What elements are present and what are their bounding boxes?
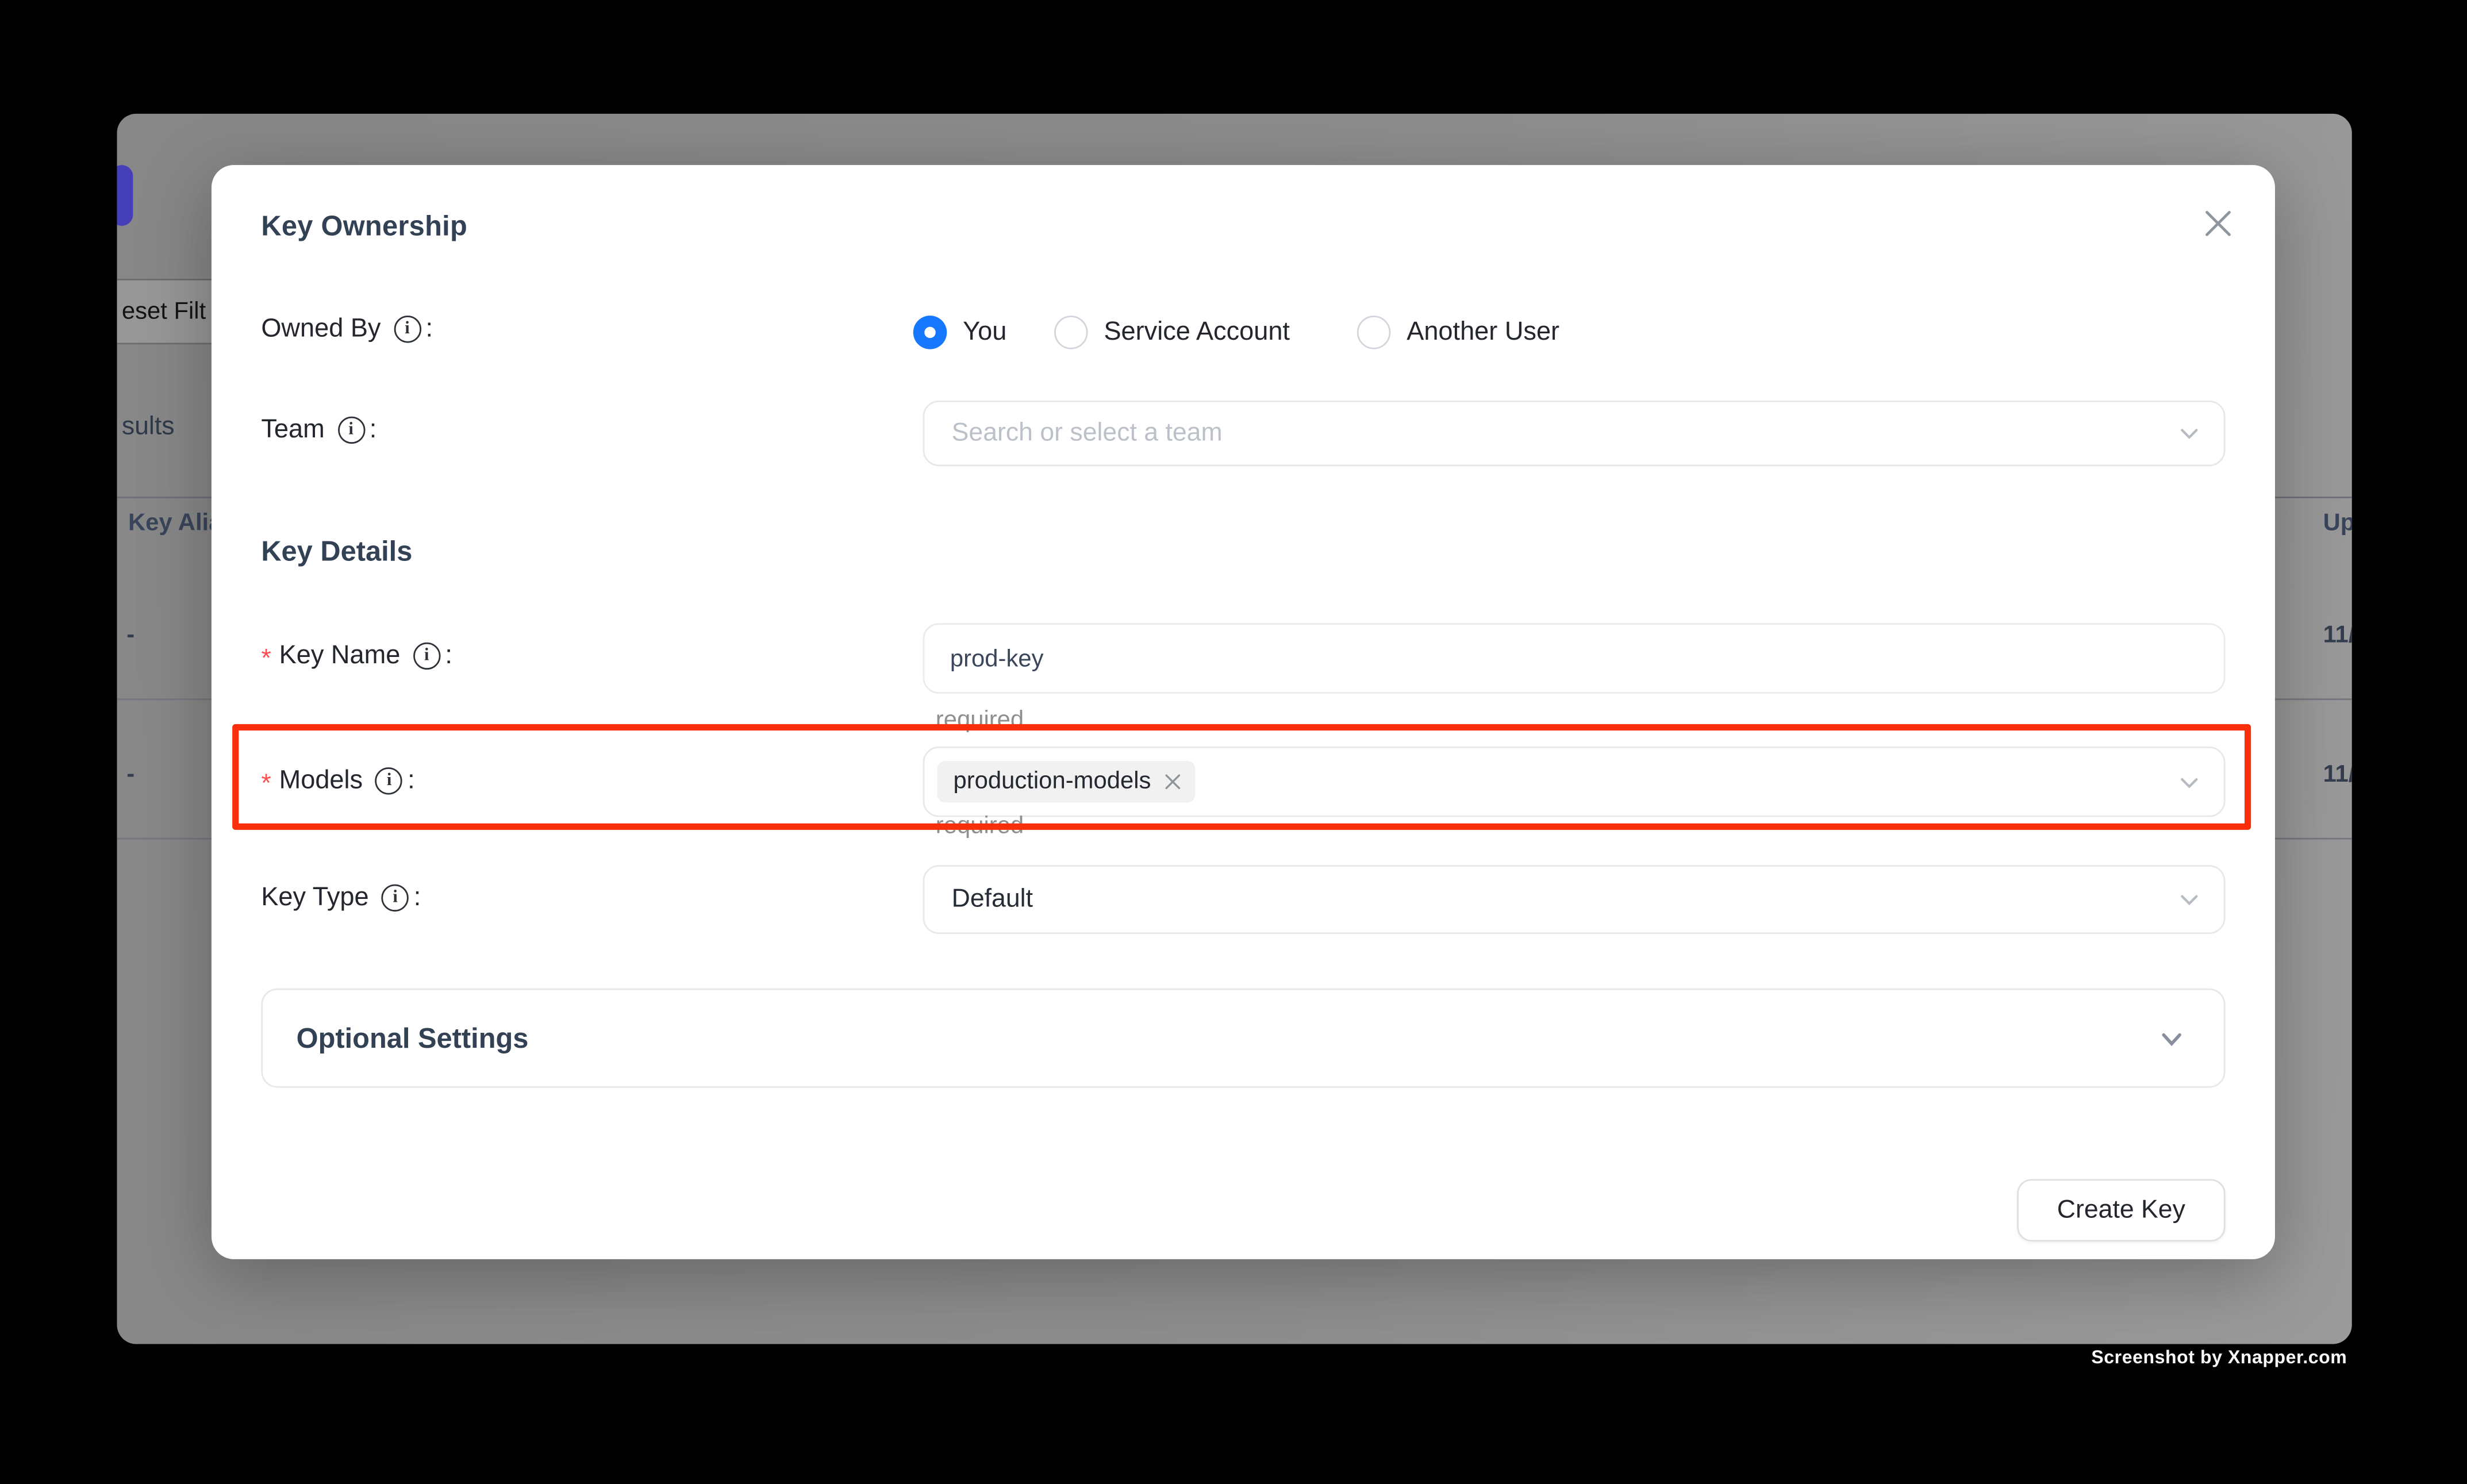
info-icon[interactable] — [413, 643, 440, 670]
required-mark: * — [261, 645, 271, 674]
info-icon[interactable] — [337, 417, 364, 444]
reset-filters-label: eset Filt — [122, 298, 206, 325]
key-name-label: * Key Name: — [261, 641, 452, 671]
selected-model-tag: production-models — [937, 761, 1196, 802]
model-tag-label: production-models — [953, 767, 1151, 794]
optional-settings-heading: Optional Settings — [297, 1021, 529, 1055]
radio-unselected-icon — [1357, 315, 1391, 349]
radio-label: You — [963, 316, 1006, 347]
chevron-down-icon — [2177, 421, 2201, 445]
models-select[interactable]: production-models — [923, 747, 2225, 817]
remove-tag-icon[interactable] — [1165, 773, 1181, 789]
models-label: * Models: — [261, 766, 414, 796]
required-mark: * — [261, 770, 271, 798]
key-type-value: Default — [952, 885, 1033, 914]
create-key-button[interactable]: Create Key — [2017, 1179, 2225, 1241]
key-type-label: Key Type: — [261, 883, 421, 913]
key-name-input[interactable] — [923, 623, 2225, 694]
watermark: Screenshot by Xnapper.com — [2091, 1349, 2347, 1368]
table-header-key-alias: Key Alia — [128, 509, 222, 536]
radio-selected-icon — [913, 315, 947, 349]
results-count-fragment: sults — [122, 413, 175, 442]
info-icon[interactable] — [375, 767, 402, 794]
close-icon — [2202, 207, 2232, 238]
chevron-down-icon — [2158, 1024, 2185, 1051]
modal-title: Key Ownership — [261, 210, 467, 244]
chevron-down-icon — [2177, 770, 2201, 794]
key-type-select[interactable]: Default — [923, 865, 2225, 934]
optional-settings-toggle[interactable]: Optional Settings — [261, 989, 2225, 1088]
info-icon[interactable] — [394, 316, 421, 343]
team-placeholder: Search or select a team — [952, 419, 1223, 448]
team-label: Team: — [261, 415, 376, 445]
radio-owned-by-you[interactable]: You — [913, 314, 1007, 349]
clipped-primary-button-fragment[interactable] — [117, 165, 133, 226]
radio-label: Another User — [1407, 316, 1559, 347]
models-validation: required — [936, 812, 1024, 839]
radio-owned-by-another-user[interactable]: Another User — [1357, 314, 1559, 349]
key-name-validation: required — [936, 706, 1024, 733]
radio-unselected-icon — [1054, 315, 1088, 349]
owned-by-label: Owned By: — [261, 314, 433, 344]
table-row-alias: - — [126, 761, 135, 788]
table-row-updated: 11/ — [2323, 621, 2352, 648]
table-row-updated: 11/ — [2323, 761, 2352, 788]
screenshot-stage: eset Filt sults Key Alia Up - 11/ - 11/ … — [0, 0, 2467, 1484]
team-select[interactable]: Search or select a team — [923, 401, 2225, 466]
table-header-updated: Up — [2323, 509, 2352, 536]
table-row-alias: - — [126, 621, 135, 648]
create-key-label: Create Key — [2057, 1196, 2185, 1225]
info-icon[interactable] — [382, 885, 409, 912]
close-button[interactable] — [2198, 203, 2237, 242]
create-key-modal: Key Ownership Owned By: You Service Acco… — [212, 165, 2275, 1259]
radio-owned-by-service-account[interactable]: Service Account — [1054, 314, 1290, 349]
chevron-down-icon — [2177, 887, 2201, 912]
key-details-heading: Key Details — [261, 535, 412, 569]
radio-label: Service Account — [1104, 316, 1290, 347]
